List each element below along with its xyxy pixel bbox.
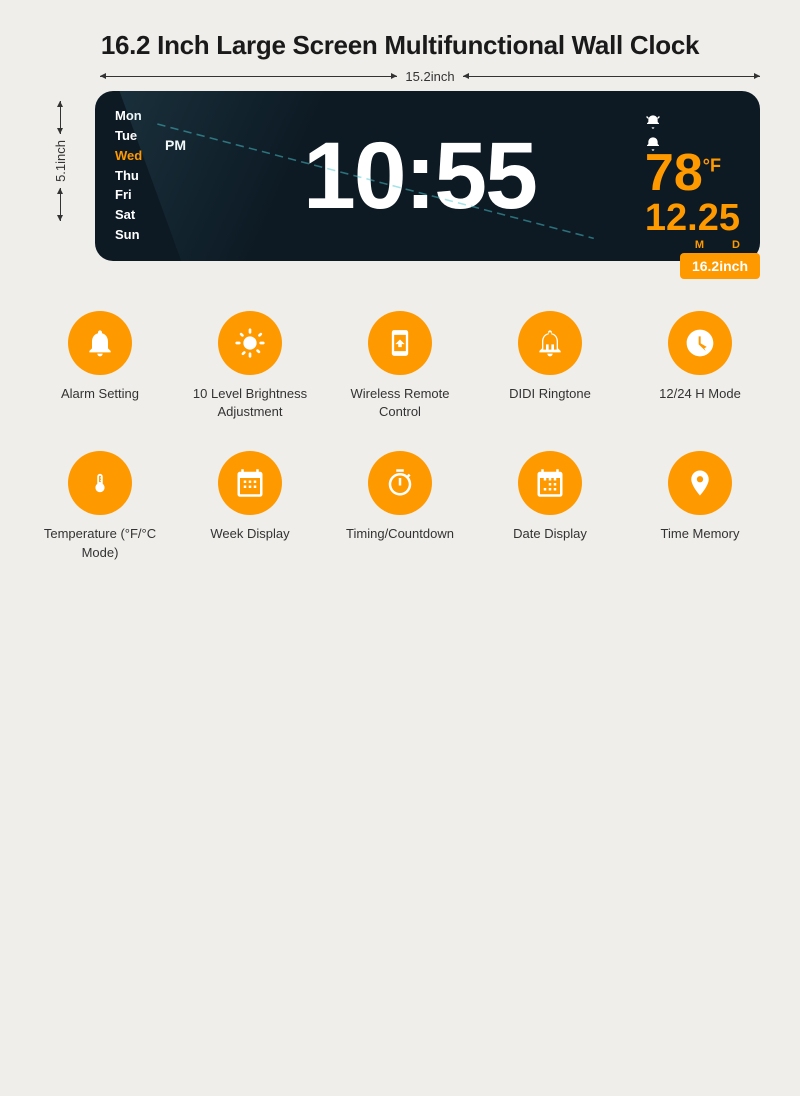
- timing-icon-circle: [368, 451, 432, 515]
- remote-label: Wireless Remote Control: [340, 385, 460, 421]
- feature-timing: Timing/Countdown: [340, 451, 460, 561]
- date-label-m: M: [695, 239, 704, 251]
- date-icon-circle: [518, 451, 582, 515]
- brightness-icon-circle: [218, 311, 282, 375]
- day-thu: Thu: [115, 168, 153, 185]
- temperature-icon-circle: [68, 451, 132, 515]
- height-arrow2: [60, 188, 61, 221]
- page-title: 16.2 Inch Large Screen Multifunctional W…: [20, 30, 780, 61]
- feature-ringtone: DIDI Ringtone: [490, 311, 610, 421]
- alarm-setting-label: Alarm Setting: [61, 385, 139, 403]
- page-container: 16.2 Inch Large Screen Multifunctional W…: [0, 0, 800, 632]
- day-sun: Sun: [115, 227, 153, 244]
- days-column: Mon Tue Wed Thu Fri Sat Sun: [115, 108, 153, 244]
- day-mon: Mon: [115, 108, 153, 125]
- time-mode-icon-circle: [668, 311, 732, 375]
- temperature-display: 78°F: [645, 147, 721, 199]
- features-row-2: Temperature (°F/°C Mode) Week Display: [30, 451, 770, 561]
- day-tue: Tue: [115, 128, 153, 145]
- ampm-indicator: PM: [165, 137, 186, 153]
- week-label: Week Display: [210, 525, 289, 543]
- clock-section: 15.2inch 5.1inch Mon Tue Wed Thu Fri Sat: [40, 91, 760, 261]
- feature-time-mode: 12/24 H Mode: [640, 311, 760, 421]
- alarm-icon-1: [645, 114, 661, 130]
- alarm-setting-icon-circle: [68, 311, 132, 375]
- day-sat: Sat: [115, 207, 153, 224]
- time-mode-label: 12/24 H Mode: [659, 385, 741, 403]
- ringtone-label: DIDI Ringtone: [509, 385, 591, 403]
- date-label: Date Display: [513, 525, 587, 543]
- date-numbers: 12.25: [645, 199, 740, 237]
- ringtone-icon-circle: [518, 311, 582, 375]
- height-arrow: [60, 101, 61, 134]
- feature-temperature: Temperature (°F/°C Mode): [40, 451, 160, 561]
- feature-remote: Wireless Remote Control: [340, 311, 460, 421]
- features-section: Alarm Setting 10 Level Brightness Adjust…: [20, 311, 780, 562]
- time-memory-label: Time Memory: [661, 525, 740, 543]
- right-panel: 78°F 12.25 M D: [645, 109, 740, 243]
- clock-body: Mon Tue Wed Thu Fri Sat Sun PM 10:55: [95, 91, 760, 261]
- day-fri: Fri: [115, 187, 153, 204]
- size-badge: 16.2inch: [680, 253, 760, 279]
- feature-brightness: 10 Level Brightness Adjustment: [190, 311, 310, 421]
- week-icon-circle: [218, 451, 282, 515]
- width-label: 15.2inch: [405, 69, 454, 84]
- temp-unit: °F: [703, 156, 721, 176]
- feature-date: Date Display: [490, 451, 610, 561]
- time-memory-icon-circle: [668, 451, 732, 515]
- width-arrow: [100, 76, 397, 77]
- features-row-1: Alarm Setting 10 Level Brightness Adjust…: [30, 311, 770, 421]
- feature-time-memory: Time Memory: [640, 451, 760, 561]
- width-arrow2: [463, 76, 760, 77]
- dimension-width: 15.2inch: [100, 69, 760, 84]
- feature-week: Week Display: [190, 451, 310, 561]
- main-time: 10:55: [194, 129, 645, 224]
- date-label-d: D: [732, 239, 740, 251]
- date-display: 12.25 M D: [645, 199, 740, 251]
- temperature-label: Temperature (°F/°C Mode): [40, 525, 160, 561]
- height-label: 5.1inch: [53, 140, 68, 182]
- remote-icon-circle: [368, 311, 432, 375]
- brightness-label: 10 Level Brightness Adjustment: [190, 385, 310, 421]
- timing-label: Timing/Countdown: [346, 525, 454, 543]
- dimension-height: 5.1inch: [30, 101, 90, 221]
- date-labels: M D: [695, 239, 740, 251]
- feature-alarm-setting: Alarm Setting: [40, 311, 160, 421]
- day-wed: Wed: [115, 148, 153, 165]
- temp-value: 78: [645, 144, 703, 202]
